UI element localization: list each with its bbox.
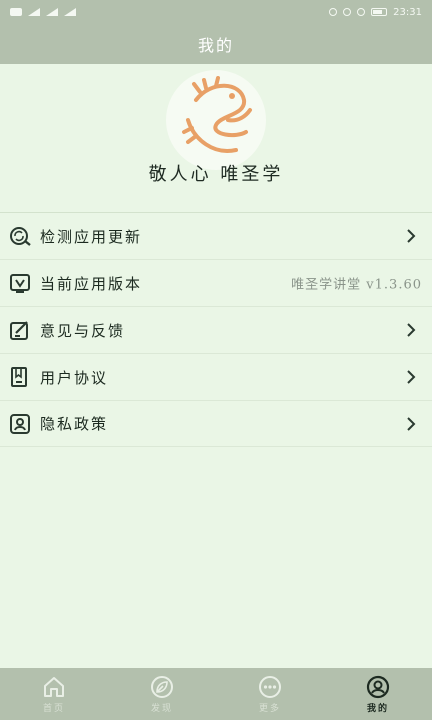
tab-label: 首页 [42, 703, 65, 714]
battery-icon [371, 8, 388, 16]
status-bar: 23:31 [0, 0, 432, 24]
menu-item-user-agreement[interactable]: 用户协议 [0, 353, 432, 400]
chevron-right-icon [407, 416, 416, 431]
leaf-icon [151, 675, 173, 698]
status-time: 23:31 [393, 6, 422, 18]
profile-section [0, 64, 432, 210]
agreement-icon [11, 367, 27, 387]
feedback-icon [10, 321, 28, 340]
motto: 敬人心 唯圣学 [148, 164, 284, 185]
chevron-right-icon [407, 370, 416, 384]
menu-label: 当前应用版本 [40, 274, 143, 293]
menu-label: 检测应用更新 [40, 227, 143, 246]
privacy-icon [10, 413, 30, 434]
bottom-tab-bar: 首页 发现 更多 我的 [0, 668, 432, 720]
menu-item-privacy-policy[interactable]: 隐私政策 [0, 400, 432, 447]
tab-home[interactable]: 首页 [0, 668, 108, 720]
profile-icon [366, 675, 390, 698]
version-value: 唯圣学讲堂 v1.3.60 [291, 277, 422, 293]
tab-more[interactable]: 更多 [216, 668, 324, 720]
bluetooth-icon [357, 8, 366, 16]
alarm-icon [343, 8, 352, 16]
signal-icon [28, 8, 40, 16]
home-icon [44, 676, 64, 697]
title-bar: 我的 [0, 24, 432, 64]
tab-profile[interactable]: 我的 [324, 668, 432, 720]
status-left [10, 8, 76, 16]
wifi-icon [64, 8, 76, 16]
eye-icon [329, 8, 338, 16]
chevron-right-icon [407, 323, 416, 337]
update-check-icon [10, 227, 31, 246]
menu-label: 用户协议 [40, 368, 109, 387]
tab-label: 我的 [366, 703, 389, 714]
tab-label: 发现 [150, 703, 173, 714]
dragon-logo-icon [182, 76, 252, 153]
settings-menu: 检测应用更新 当前应用版本 唯圣学讲堂 v1.3.60 意见与反馈 用户协议 隐… [0, 212, 432, 447]
chevron-right-icon [407, 229, 416, 243]
page-title: 我的 [197, 36, 234, 55]
menu-item-check-update[interactable]: 检测应用更新 [0, 212, 432, 259]
menu-item-app-version: 当前应用版本 唯圣学讲堂 v1.3.60 [0, 259, 432, 306]
tab-discover[interactable]: 发现 [108, 668, 216, 720]
status-right: 23:31 [329, 7, 422, 18]
avatar [166, 70, 266, 170]
version-icon [10, 274, 30, 293]
menu-label: 意见与反馈 [40, 321, 126, 340]
menu-label: 隐私政策 [40, 415, 109, 433]
signal-icon [46, 8, 58, 16]
menu-item-feedback[interactable]: 意见与反馈 [0, 306, 432, 353]
more-icon [259, 675, 281, 698]
hd-icon [10, 8, 22, 16]
tab-label: 更多 [258, 703, 281, 714]
